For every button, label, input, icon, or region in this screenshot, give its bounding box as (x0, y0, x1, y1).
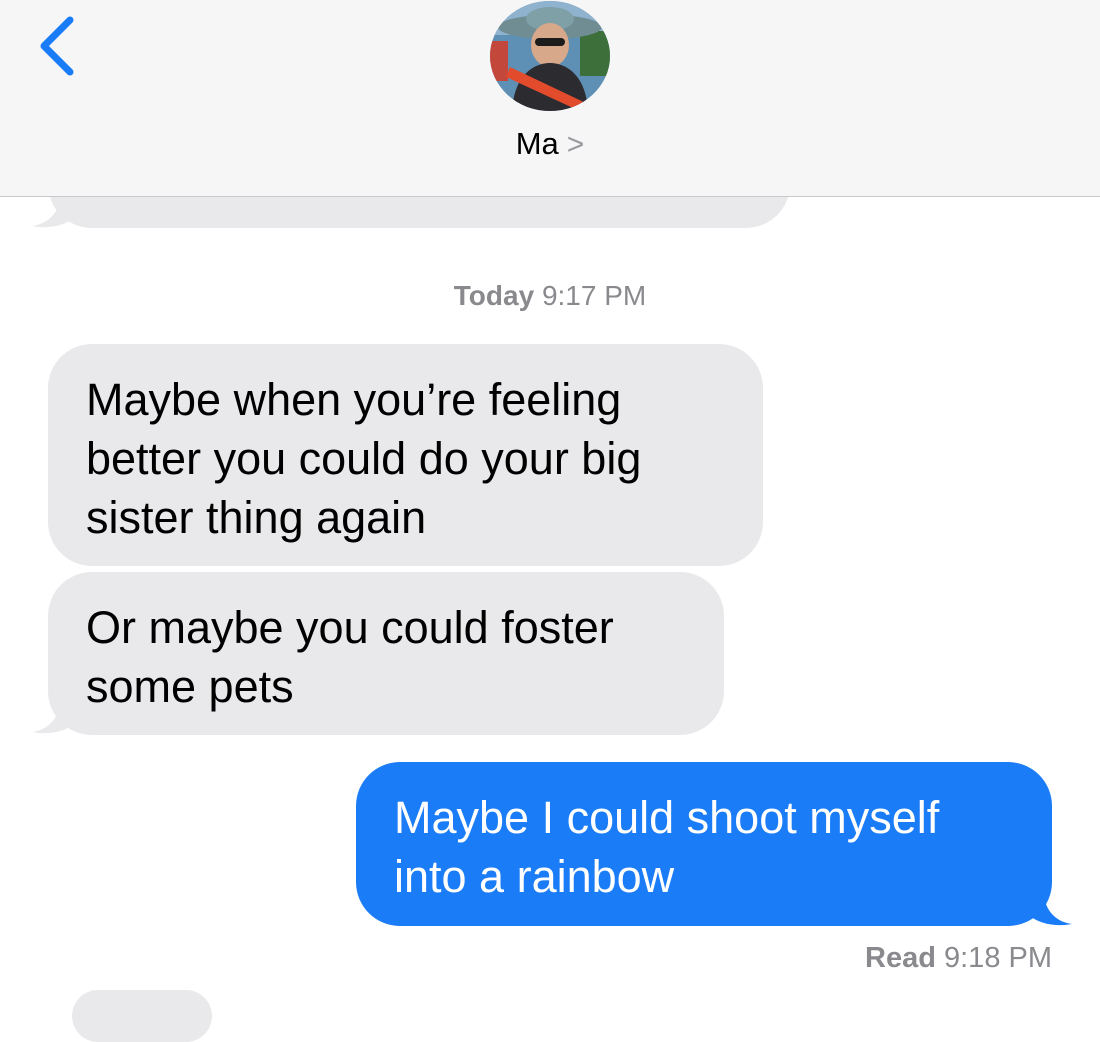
back-button[interactable] (30, 10, 90, 80)
contact-name-button[interactable]: Ma > (0, 126, 1100, 162)
incoming-message-bubble[interactable]: Maybe when you’re feeling better you cou… (48, 344, 763, 566)
bubble-tail (32, 196, 74, 228)
message-text: Or maybe you could foster some pets (86, 602, 614, 712)
message-text: Maybe I could shoot myself into a rainbo… (394, 792, 940, 902)
timestamp-day: Today (453, 280, 535, 311)
receipt-time: 9:18 PM (944, 942, 1052, 974)
timestamp-time: 9:17 PM (541, 280, 647, 311)
receipt-label: Read (865, 942, 936, 974)
read-receipt: Read 9:18 PM (865, 942, 1052, 975)
contact-name: Ma (515, 126, 559, 161)
avatar-photo (490, 1, 610, 111)
bubble-tail (32, 700, 74, 734)
incoming-message-bubble[interactable]: Or maybe you could foster some pets (48, 572, 724, 735)
conversation-header: Ma > (0, 0, 1100, 197)
message-text: Maybe when you’re feeling better you cou… (86, 374, 642, 543)
chevron-left-icon (40, 16, 74, 76)
outgoing-message-bubble[interactable]: Maybe I could shoot myself into a rainbo… (356, 762, 1052, 926)
conversation-timestamp: Today 9:17 PM (0, 280, 1100, 312)
chevron-right-icon: > (566, 128, 585, 161)
bubble-tail (1030, 892, 1072, 926)
avatar[interactable] (490, 1, 610, 111)
